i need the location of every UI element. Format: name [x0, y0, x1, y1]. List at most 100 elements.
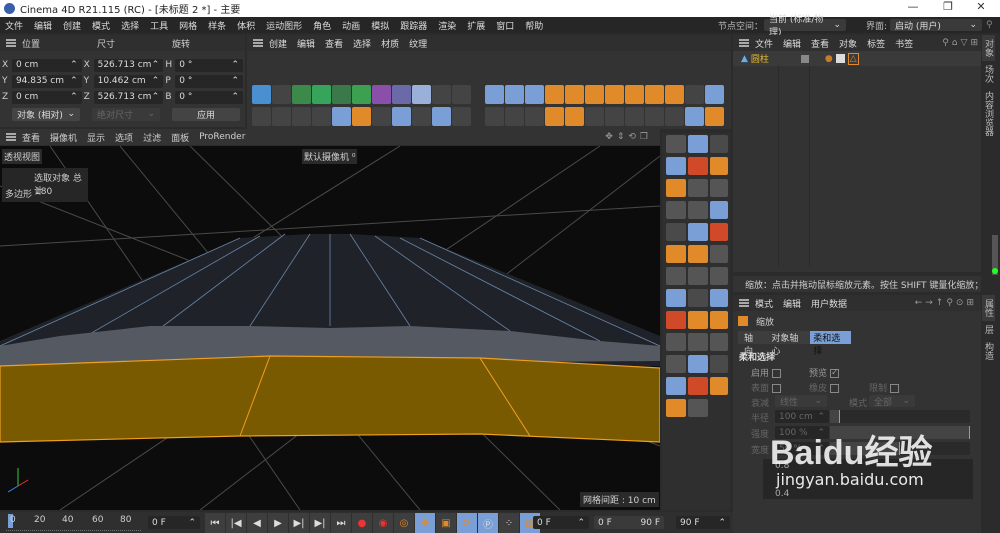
points-mode-icon[interactable]: [585, 107, 604, 126]
workplane-grid-icon[interactable]: [452, 107, 471, 126]
menu-texture[interactable]: 纹理: [409, 37, 427, 50]
bridge-tool-icon[interactable]: [710, 333, 728, 351]
size-y-field[interactable]: 10.462 cm ⌃: [93, 74, 164, 88]
menu-tracker[interactable]: 跟踪器: [395, 19, 433, 32]
minimize-button[interactable]: —: [898, 0, 928, 13]
menu-character[interactable]: 角色: [308, 19, 337, 32]
rotation-h-field[interactable]: 0 ° ⌃: [175, 58, 243, 72]
menu-edit[interactable]: 编辑: [783, 297, 801, 310]
select-tool-icon[interactable]: [710, 201, 728, 219]
menu-options[interactable]: 选项: [115, 131, 133, 144]
menu-window[interactable]: 窗口: [491, 19, 520, 32]
tab-object-axis[interactable]: 对象轴心: [767, 331, 810, 357]
timeline-ruler[interactable]: 0 20 40 60 80: [6, 514, 141, 531]
bevel-tool-icon[interactable]: [666, 179, 686, 197]
snap-icon[interactable]: [332, 107, 351, 126]
current-frame-field[interactable]: 0 F ⌃: [148, 516, 200, 529]
locked-workplane-icon[interactable]: [432, 107, 451, 126]
material-tag-icon[interactable]: ●: [825, 54, 833, 64]
next-key-icon[interactable]: ▶|: [310, 513, 330, 533]
play-icon[interactable]: ▶: [268, 513, 288, 533]
bridge-tool-icon[interactable]: [666, 201, 686, 219]
falloff-select[interactable]: 线性 ⌄: [775, 395, 827, 408]
tool-tool-icon[interactable]: [666, 135, 686, 153]
axis-mode-icon[interactable]: [705, 107, 724, 126]
mode-select[interactable]: 全部 ⌄: [869, 395, 915, 408]
point-tool-icon[interactable]: [666, 157, 686, 175]
phong-tag-icon[interactable]: △: [847, 52, 859, 65]
close-button[interactable]: ✕: [966, 0, 996, 13]
autokey-icon[interactable]: ◉: [373, 513, 393, 533]
menu-simulate[interactable]: 模拟: [366, 19, 395, 32]
start-frame-field[interactable]: 0 F ⌃: [533, 516, 589, 529]
node-space-select[interactable]: 当前 (标准/物理) ⌄: [764, 15, 846, 38]
viewport[interactable]: 透视视图 默认摄像机 ⁰ 选取对象 总计 多边形 180 网格间距 : 10 c…: [0, 146, 660, 510]
radius-field[interactable]: 100 cm ⌃: [775, 410, 829, 423]
position-y-field[interactable]: 94.835 cm ⌃: [11, 74, 82, 88]
surface-checkbox[interactable]: [772, 384, 782, 393]
edge-tool-icon[interactable]: [688, 377, 708, 395]
back-view-icon[interactable]: [585, 85, 604, 104]
tab-layers[interactable]: 层: [982, 321, 995, 338]
limit-checkbox[interactable]: [890, 384, 900, 393]
menu-edit[interactable]: 编辑: [783, 37, 801, 50]
viewport-navigation-icons[interactable]: ✥⇕⟲❐: [605, 132, 652, 142]
top-view-icon[interactable]: [645, 85, 664, 104]
menu-material[interactable]: 材质: [381, 37, 399, 50]
size-mode-select[interactable]: 绝对尺寸 ⌄: [92, 107, 160, 121]
menu-user-data[interactable]: 用户数据: [811, 297, 847, 310]
menu-select[interactable]: 选择: [116, 19, 145, 32]
texture-axis-icon[interactable]: [685, 107, 704, 126]
previous-frame-icon[interactable]: ◀: [247, 513, 267, 533]
snap-planar-icon[interactable]: [372, 107, 391, 126]
knife-tool-icon[interactable]: [688, 179, 708, 197]
position-z-field[interactable]: 0 cm ⌃: [11, 90, 82, 104]
right-view-icon[interactable]: [625, 85, 644, 104]
menu-cameras[interactable]: 摄像机: [50, 131, 77, 144]
coordinate-system-icon[interactable]: [545, 85, 564, 104]
edge-tool-icon[interactable]: [710, 223, 728, 241]
menu-icon[interactable]: [253, 39, 263, 47]
navigation-icons[interactable]: ←→↑⚲⊙⊞: [915, 298, 977, 308]
menu-animate[interactable]: 动画: [337, 19, 366, 32]
menu-file[interactable]: 文件: [0, 19, 29, 32]
redo-icon[interactable]: [505, 107, 524, 126]
polygon-tool-icon[interactable]: [688, 311, 708, 329]
live-select-icon[interactable]: [705, 85, 724, 104]
menu-objects[interactable]: 对象: [839, 37, 857, 50]
object-mode-icon[interactable]: [645, 107, 664, 126]
tab-structure[interactable]: 构造: [982, 338, 995, 364]
model-tool-icon[interactable]: [688, 289, 708, 307]
object-row[interactable]: ▲ 圆柱 ● △: [733, 51, 981, 66]
tab-soft-selection[interactable]: 柔和选择: [810, 331, 851, 357]
bevel-tool-icon[interactable]: [710, 311, 728, 329]
tab-attributes[interactable]: 属性: [982, 295, 995, 321]
menu-edit[interactable]: 编辑: [297, 37, 315, 50]
bottom-view-icon[interactable]: [665, 85, 684, 104]
menu-icon[interactable]: [6, 133, 16, 141]
x-axis-lock-icon[interactable]: [485, 85, 504, 104]
apply-button[interactable]: 应用: [172, 107, 240, 121]
y-axis-lock-icon[interactable]: [505, 85, 524, 104]
menu-file[interactable]: 文件: [755, 37, 773, 50]
menu-help[interactable]: 帮助: [520, 19, 549, 32]
tool-tool-icon[interactable]: [666, 355, 686, 373]
end-frame-field[interactable]: 90 F ⌃: [676, 516, 730, 529]
edge-tool-icon[interactable]: [688, 157, 708, 175]
menu-mesh[interactable]: 网格: [174, 19, 203, 32]
go-to-end-icon[interactable]: ⏭: [331, 513, 351, 533]
key-scale-icon[interactable]: ▣: [436, 513, 456, 533]
object-name[interactable]: 圆柱: [751, 52, 801, 65]
menu-prorender[interactable]: ProRender: [199, 132, 245, 142]
menu-mode[interactable]: 模式: [755, 297, 773, 310]
knife-tool-icon[interactable]: [688, 399, 708, 417]
search-filter-icons[interactable]: ⚲⌂▽⊞: [942, 38, 981, 48]
menu-view[interactable]: 查看: [811, 37, 829, 50]
knife-tool-icon[interactable]: [710, 245, 728, 263]
scale-icon[interactable]: [545, 107, 564, 126]
tool-tool-icon[interactable]: [710, 267, 728, 285]
menu-tools[interactable]: 工具: [145, 19, 174, 32]
front-view-icon[interactable]: [565, 85, 584, 104]
position-x-field[interactable]: 0 cm ⌃: [11, 58, 82, 72]
menu-icon[interactable]: [6, 39, 16, 47]
